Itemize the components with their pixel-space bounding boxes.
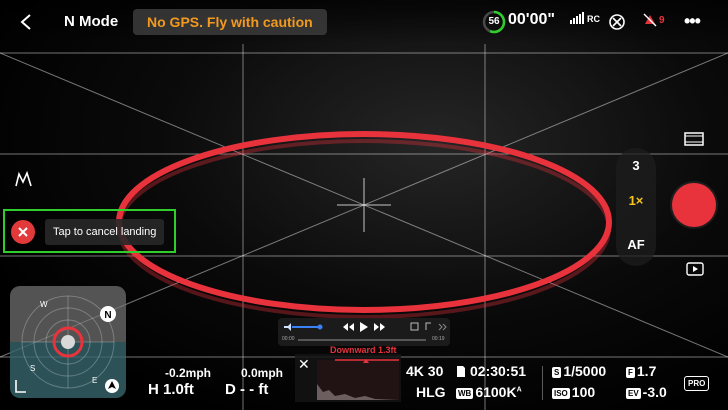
height-label: H <box>148 381 159 398</box>
warning-count: 9 <box>659 14 665 26</box>
playback-button[interactable] <box>686 262 704 281</box>
mini-map[interactable]: N W S E <box>10 286 126 398</box>
cancel-landing-highlight: Tap to cancel landing <box>3 209 176 253</box>
iso-value: 100 <box>571 384 596 400</box>
video-mode-button[interactable] <box>684 132 704 151</box>
distance-value: - - ft <box>240 381 269 398</box>
focus-button[interactable]: AF <box>616 237 656 252</box>
settings-divider <box>542 366 543 400</box>
sd-card-icon <box>456 365 466 383</box>
camera-quick-panel: 3 1× AF <box>616 148 656 266</box>
no-gps-warning-icon <box>643 13 657 27</box>
shutter-badge: S <box>552 366 562 378</box>
video-player-bar[interactable]: 00:00 00:19 <box>278 318 450 346</box>
ev-value: -3.0 <box>642 384 667 400</box>
pro-mode-button[interactable]: PRO <box>684 376 710 391</box>
white-balance-value: 6100K <box>475 384 517 400</box>
player-controls <box>284 322 447 341</box>
record-button[interactable] <box>672 183 716 227</box>
horizontal-speed: -0.2mph <box>165 366 212 380</box>
close-icon: ✕ <box>298 356 310 372</box>
flight-time: 00'00" <box>508 11 555 28</box>
shutter-speed[interactable]: S 1/5000 <box>552 363 606 379</box>
rc-label: RC <box>587 14 600 24</box>
height-readout: H 1.0ft <box>148 381 194 398</box>
gps-warning[interactable]: No GPS. Fly with caution <box>133 9 327 35</box>
ev-badge: EV <box>626 387 641 399</box>
histogram-graph <box>317 359 399 400</box>
cancel-landing-button[interactable] <box>11 220 35 244</box>
more-button[interactable]: ••• <box>684 11 701 32</box>
white-balance-auto-mark: A <box>516 386 522 394</box>
route-button[interactable] <box>14 170 34 193</box>
iso-badge: ISO <box>552 387 570 399</box>
battery-indicator[interactable]: 56 <box>482 10 506 34</box>
compass-e: E <box>92 376 98 385</box>
back-button[interactable] <box>14 10 38 34</box>
distance-readout: D - - ft <box>225 381 268 398</box>
signal-bars-icon <box>570 12 584 24</box>
playback-icon <box>686 262 704 276</box>
histogram-close-button[interactable]: ✕ <box>298 356 310 373</box>
aperture[interactable]: F 1.7 <box>626 363 656 379</box>
close-icon <box>18 227 28 237</box>
aperture-badge: F <box>626 366 635 378</box>
histogram[interactable] <box>295 354 401 402</box>
height-value: 1.0ft <box>163 381 194 398</box>
more-dots-icon: ••• <box>684 11 701 31</box>
player-time-end: 00:19 <box>432 336 445 342</box>
white-balance[interactable]: WB 6100KA <box>456 384 522 400</box>
iso[interactable]: ISO 100 <box>552 384 595 400</box>
rc-signal[interactable]: RC <box>570 12 600 24</box>
video-resolution[interactable]: 4K 30 <box>406 363 443 379</box>
warning-status[interactable]: 9 <box>642 12 665 28</box>
color-profile[interactable]: HLG <box>416 384 446 400</box>
compass-s: S <box>30 364 36 373</box>
wb-badge: WB <box>456 387 474 399</box>
shutter-value: 1/5000 <box>563 363 607 379</box>
chevron-left-icon <box>20 14 31 30</box>
flight-mode[interactable]: N Mode <box>64 13 118 30</box>
vertical-speed: 0.0mph <box>241 366 284 380</box>
satellite-icon <box>609 14 625 30</box>
film-icon <box>684 132 704 146</box>
compass-w: W <box>40 300 48 309</box>
route-icon <box>15 170 32 187</box>
exposure-value[interactable]: EV -3.0 <box>626 384 667 400</box>
remaining-record-time: 02:30:51 <box>470 363 527 379</box>
shot-count[interactable]: 3 <box>616 158 656 173</box>
distance-label: D <box>225 381 236 398</box>
zoom-button[interactable]: 1× <box>616 193 656 208</box>
player-time-start: 00:00 <box>282 336 295 342</box>
svg-text:N: N <box>104 310 111 321</box>
aperture-value: 1.7 <box>636 363 657 379</box>
satellite-status[interactable] <box>608 13 626 36</box>
attitude-indicator: N <box>10 286 126 398</box>
battery-percent: 56 <box>488 16 500 27</box>
cancel-landing-label[interactable]: Tap to cancel landing <box>45 219 165 245</box>
